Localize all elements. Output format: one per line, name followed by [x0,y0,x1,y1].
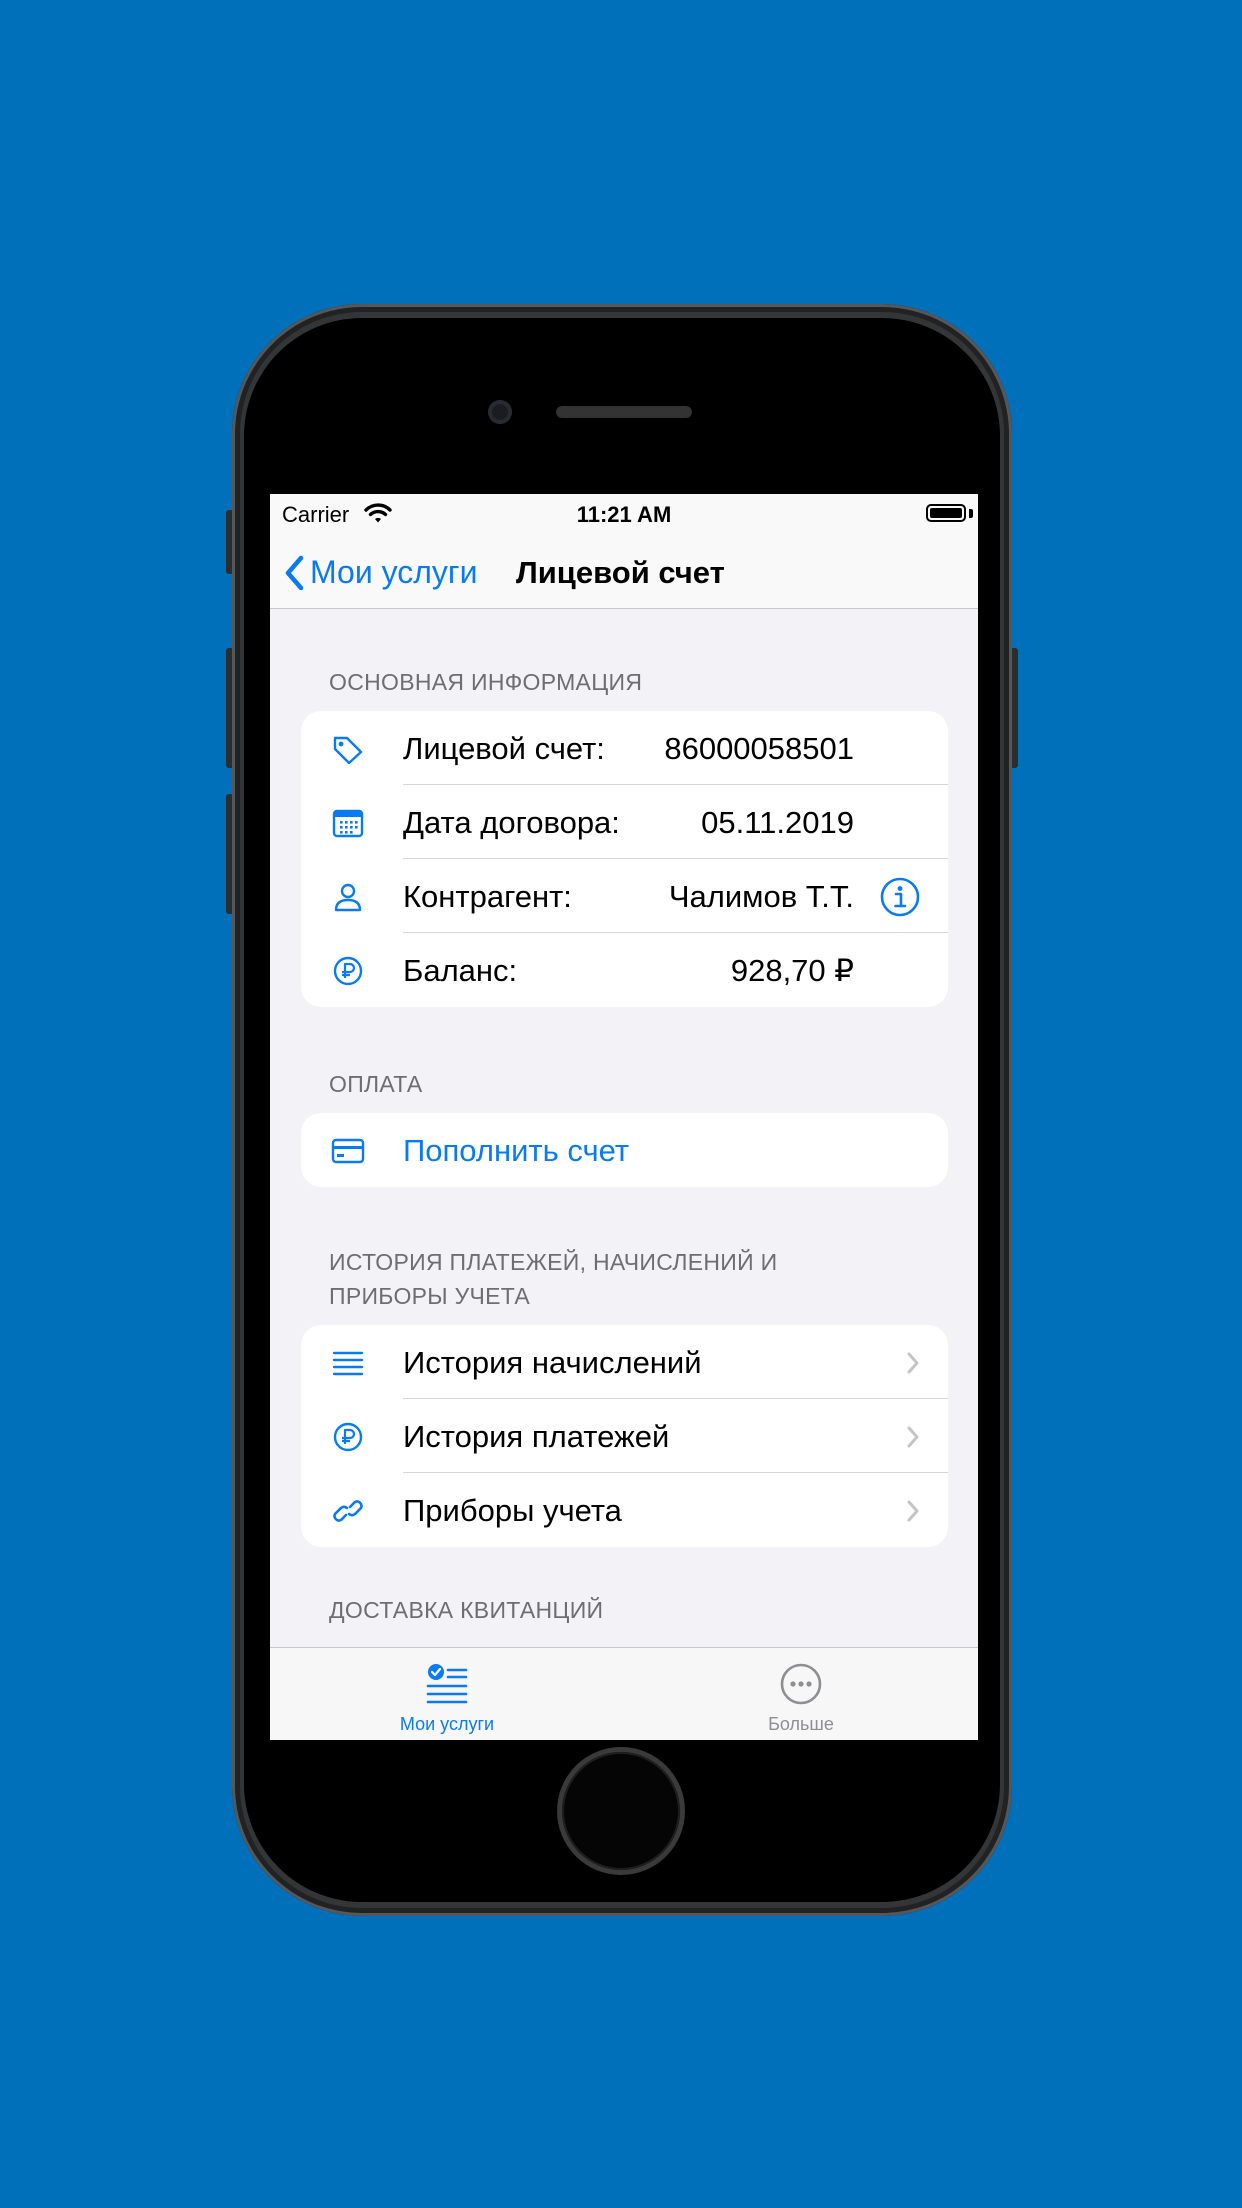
back-button[interactable]: Мои услуги [284,554,477,591]
chevron-right-icon [907,1500,919,1522]
tab-my-services[interactable]: Мои услуги [270,1648,624,1740]
phone-screen: Carrier 11:21 AM Мои услуги Лицевой счет… [270,494,978,1740]
section-header-main-info: ОСНОВНАЯ ИНФОРМАЦИЯ [329,669,643,695]
earpiece-speaker [556,406,692,418]
payments-history-row[interactable]: История платежей [301,1399,948,1473]
balance-row: Баланс: 928,70 ₽ [301,933,948,1007]
page-title: Лицевой счет [516,555,725,590]
home-button[interactable] [562,1752,680,1870]
main-info-card: Лицевой счет: 86000058501 Дата договора:… [301,711,948,1007]
top-up-row[interactable]: Пополнить счет [301,1113,948,1187]
contract-date-row: Дата договора: 05.11.2019 [301,785,948,859]
balance-label: Баланс: [403,953,518,988]
more-icon [780,1663,822,1705]
tag-icon [333,736,363,764]
meters-label: Приборы учета [403,1493,622,1528]
link-icon [333,1500,363,1522]
tab-more[interactable]: Больше [624,1648,978,1740]
info-icon[interactable] [880,877,920,917]
scroll-content[interactable]: ОСНОВНАЯ ИНФОРМАЦИЯ Лицевой счет: 860000… [270,609,978,1624]
person-icon [334,883,362,912]
clock-label: 11:21 AM [576,502,672,527]
credit-card-icon [331,1138,365,1164]
back-button-label: Мои услуги [310,554,478,590]
payments-history-label: История платежей [403,1419,670,1454]
account-number-row: Лицевой счет: 86000058501 [301,711,948,785]
chevron-right-icon [907,1352,919,1374]
tab-my-services-label: Мои услуги [399,1714,495,1734]
counterparty-label: Контрагент: [403,879,572,914]
account-number-label: Лицевой счет: [403,731,605,766]
ruble-icon [333,1422,363,1452]
section-header-delivery: ДОСТАВКА КВИТАНЦИЙ [329,1597,604,1623]
section-header-history: ИСТОРИЯ ПЛАТЕЖЕЙ, НАЧИСЛЕНИЙ И ПРИБОРЫ У… [329,1249,778,1309]
charges-history-row[interactable]: История начислений [301,1325,948,1399]
chevron-right-icon [907,1426,919,1448]
calendar-icon [332,809,364,838]
contract-date-value: 05.11.2019 [701,805,854,840]
account-number-value: 86000058501 [664,731,854,766]
status-bar: Carrier 11:21 AM [270,494,978,534]
list-icon [332,1351,364,1376]
contract-date-label: Дата договора: [403,805,620,840]
charges-history-label: История начислений [403,1345,702,1380]
battery-icon [926,504,966,522]
counterparty-row: Контрагент: Чалимов Т.Т. [301,859,948,933]
ruble-icon [333,956,363,986]
navigation-bar: Мои услуги Лицевой счет [270,534,978,609]
tab-bar: Мои услуги Больше [270,1647,978,1740]
history-card: История начислений История платежей Приб… [301,1325,948,1547]
checklist-icon [426,1664,468,1704]
balance-value: 928,70 ₽ [730,953,854,988]
section-header-payment: ОПЛАТА [329,1071,423,1097]
chevron-left-icon [285,555,304,590]
payment-card: Пополнить счет [301,1113,948,1187]
top-up-label: Пополнить счет [403,1133,630,1168]
front-camera [488,400,512,424]
tab-more-label: Больше [768,1714,834,1734]
counterparty-value: Чалимов Т.Т. [668,879,854,914]
battery-cap [969,509,973,518]
meters-row[interactable]: Приборы учета [301,1473,948,1547]
